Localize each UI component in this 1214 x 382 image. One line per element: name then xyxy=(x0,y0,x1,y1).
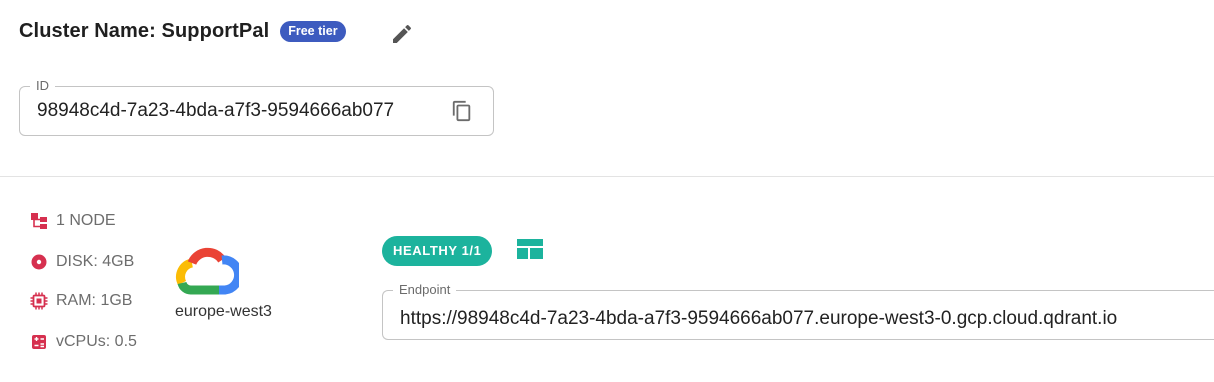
cluster-header: Cluster Name: SupportPal Free tier xyxy=(19,20,346,43)
calculator-icon xyxy=(30,333,48,351)
endpoint-field[interactable]: Endpoint https://98948c4d-7a23-4bda-a7f3… xyxy=(382,282,1214,340)
section-divider xyxy=(0,176,1214,177)
spec-vcpus: vCPUs: 0.5 xyxy=(30,333,137,351)
cluster-title: Cluster Name: SupportPal xyxy=(19,20,270,42)
tier-badge: Free tier xyxy=(280,21,346,42)
health-status-badge: HEALTHY 1/1 xyxy=(382,236,493,266)
edit-cluster-name-button[interactable] xyxy=(390,22,414,46)
spec-vcpus-text: vCPUs: 0.5 xyxy=(56,333,137,350)
cluster-id-value[interactable]: 98948c4d-7a23-4bda-a7f3-9594666ab077 xyxy=(37,100,394,122)
copy-id-button[interactable] xyxy=(451,100,473,122)
endpoint-value[interactable]: https://98948c4d-7a23-4bda-a7f3-9594666a… xyxy=(400,308,1117,330)
nodes-icon xyxy=(30,212,48,230)
memory-chip-icon xyxy=(30,292,48,310)
pencil-icon[interactable] xyxy=(390,22,414,46)
spec-disk: DISK: 4GB xyxy=(30,253,134,271)
dashboard-button[interactable] xyxy=(517,238,543,260)
spec-nodes-text: 1 NODE xyxy=(56,212,116,229)
endpoint-label: Endpoint xyxy=(393,282,457,298)
spec-ram: RAM: 1GB xyxy=(30,292,132,310)
disk-icon xyxy=(30,253,48,271)
cluster-id-label: ID xyxy=(30,78,55,94)
spec-nodes: 1 NODE xyxy=(30,212,116,230)
google-cloud-logo xyxy=(176,247,239,295)
region-label: europe-west3 xyxy=(175,303,272,320)
spec-disk-text: DISK: 4GB xyxy=(56,253,135,270)
dashboard-layout-icon[interactable] xyxy=(517,238,543,260)
spec-ram-text: RAM: 1GB xyxy=(56,292,133,309)
cluster-id-field[interactable]: ID 98948c4d-7a23-4bda-a7f3-9594666ab077 xyxy=(19,78,494,136)
copy-icon[interactable] xyxy=(451,100,473,122)
